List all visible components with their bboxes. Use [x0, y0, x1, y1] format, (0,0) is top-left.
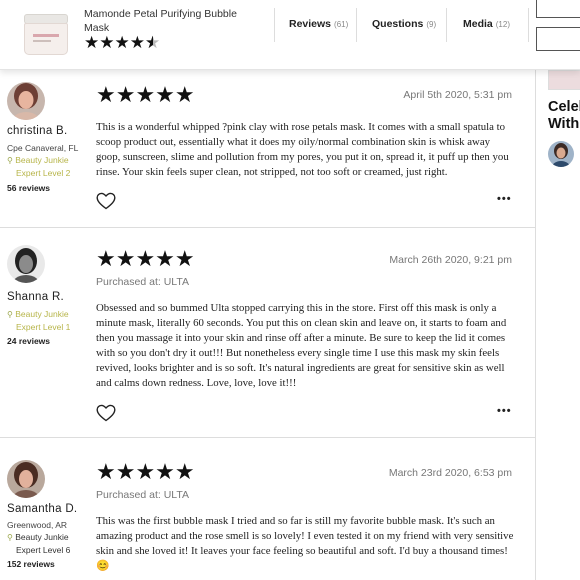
- avatar[interactable]: [7, 245, 45, 283]
- header-button-bottom[interactable]: [536, 27, 580, 51]
- review-text: This is a wonderful whipped ?pink clay w…: [96, 121, 509, 178]
- review-stars: ★★★★★: [96, 82, 195, 107]
- sticky-product-header: Mamonde Petal Purifying Bubble Mask ★★★★…: [0, 0, 580, 70]
- review-text: Obsessed and so bummed Ulta stopped carr…: [96, 302, 507, 389]
- review-card: christina B. Cpe Canaveral, FL ⚲ Beauty …: [0, 70, 535, 228]
- reviewer-badge: ⚲ Beauty Junkie Expert Level 6: [7, 532, 71, 555]
- reviewer-location: Cpe Canaveral, FL: [7, 143, 79, 153]
- heart-icon[interactable]: [96, 404, 116, 422]
- reviewer-badge: ⚲ Beauty Junkie Expert Level 1: [7, 309, 71, 332]
- reviewer-review-count[interactable]: 152 reviews: [7, 559, 55, 569]
- tab-questions[interactable]: Questions (9): [372, 18, 436, 30]
- review-date: April 5th 2020, 5:31 pm: [403, 89, 512, 101]
- purchased-at: Purchased at: ULTA: [96, 276, 189, 288]
- product-title[interactable]: Mamonde Petal Purifying Bubble Mask: [84, 7, 264, 35]
- location-pin-icon: ⚲: [7, 533, 13, 542]
- reviewer-name[interactable]: christina B.: [7, 125, 67, 137]
- location-pin-icon: ⚲: [7, 156, 13, 165]
- sidebar-image[interactable]: [548, 70, 580, 90]
- review-card: Shanna R. ⚲ Beauty Junkie Expert Level 1 …: [0, 228, 535, 438]
- more-options-icon[interactable]: •••: [497, 405, 512, 417]
- tab-media[interactable]: Media (12): [463, 18, 510, 30]
- avatar[interactable]: [548, 141, 574, 167]
- review-date: March 23rd 2020, 6:53 pm: [388, 467, 512, 479]
- reviewer-name[interactable]: Shanna R.: [7, 291, 64, 303]
- product-thumbnail[interactable]: [18, 6, 74, 62]
- tab-reviews[interactable]: Reviews (61): [289, 18, 348, 30]
- tab-reviews-count: (61): [334, 20, 349, 29]
- tab-media-count: (12): [495, 20, 510, 29]
- review-stars: ★★★★★: [96, 459, 195, 484]
- heart-icon[interactable]: [96, 192, 116, 210]
- reviewer-location: Greenwood, AR: [7, 520, 68, 530]
- avatar[interactable]: [7, 82, 45, 120]
- sidebar-title: Celeb With: [548, 99, 580, 132]
- header-button-top[interactable]: [536, 0, 580, 18]
- review-stars: ★★★★★: [96, 246, 195, 271]
- purchased-at: Purchased at: ULTA: [96, 489, 189, 501]
- review-card: Samantha D. Greenwood, AR ⚲ Beauty Junki…: [0, 438, 535, 580]
- tab-questions-count: (9): [426, 20, 437, 29]
- reviewer-review-count[interactable]: 56 reviews: [7, 183, 50, 193]
- reviewer-review-count[interactable]: 24 reviews: [7, 336, 50, 346]
- location-pin-icon: ⚲: [7, 310, 13, 319]
- review-list: christina B. Cpe Canaveral, FL ⚲ Beauty …: [0, 70, 536, 580]
- reviewer-badge: ⚲ Beauty Junkie Expert Level 2: [7, 155, 71, 178]
- review-text: This was the first bubble mask I tried a…: [96, 515, 514, 572]
- product-rating-stars: ★★★★★: [84, 33, 160, 53]
- avatar[interactable]: [7, 460, 45, 498]
- more-options-icon[interactable]: •••: [497, 193, 512, 205]
- reviewer-name[interactable]: Samantha D.: [7, 503, 77, 515]
- review-date: March 26th 2020, 9:21 pm: [389, 254, 512, 266]
